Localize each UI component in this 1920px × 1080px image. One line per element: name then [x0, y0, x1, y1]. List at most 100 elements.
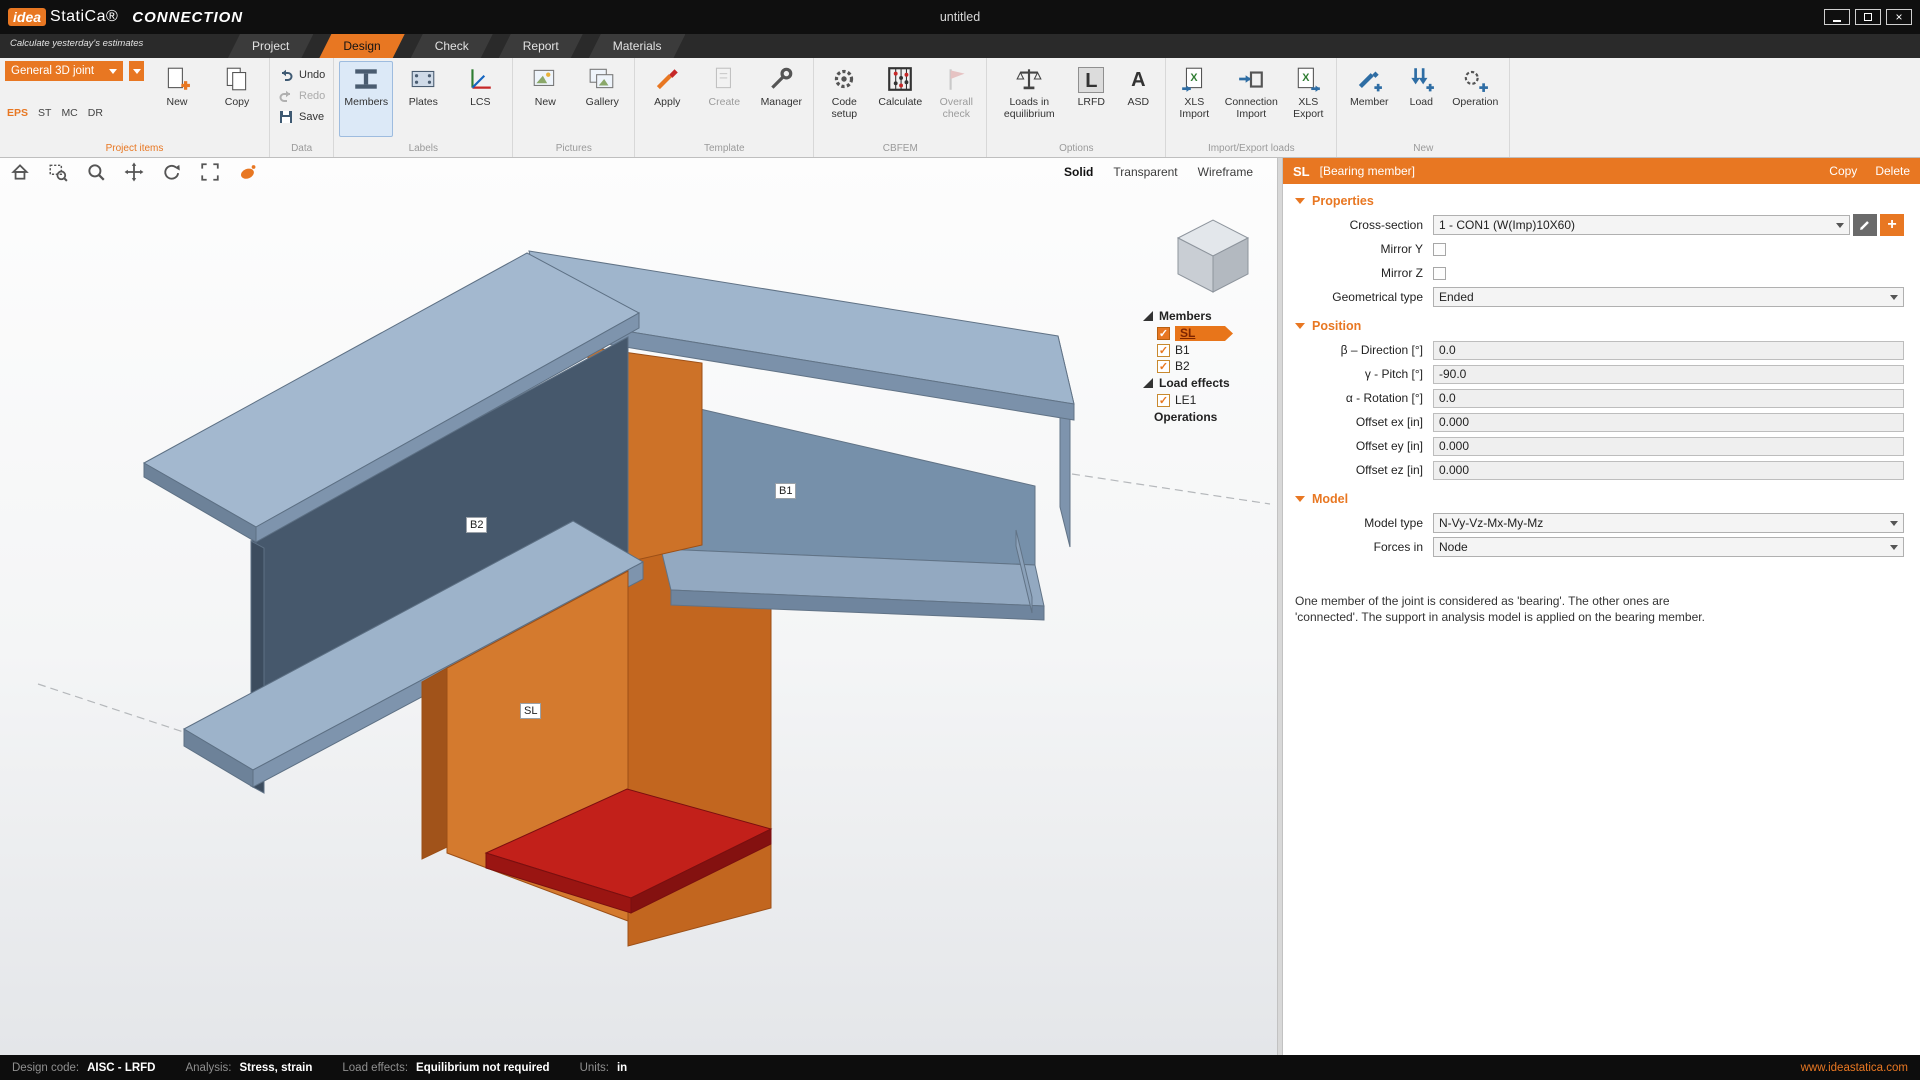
- panel-copy-button[interactable]: Copy: [1829, 164, 1857, 178]
- xls-export-button[interactable]: X XLS Export: [1285, 61, 1331, 137]
- wrench-icon: [767, 65, 795, 93]
- maximize-button[interactable]: [1855, 9, 1881, 25]
- navigation-cube[interactable]: [1178, 220, 1248, 292]
- section-model-header[interactable]: Model: [1283, 482, 1920, 511]
- viewport-toolbar: Solid Transparent Wireframe: [0, 158, 1277, 186]
- checkbox-checked-icon[interactable]: ✓: [1157, 394, 1170, 407]
- zoom-fit-icon[interactable]: [200, 162, 220, 182]
- new-project-item-button[interactable]: New: [150, 61, 204, 137]
- panel-delete-button[interactable]: Delete: [1875, 164, 1910, 178]
- 3d-canvas[interactable]: B1 B2 SL Members ✓ SL ✓ B1 ✓: [0, 186, 1277, 1055]
- beta-direction-field[interactable]: 0.0: [1433, 341, 1904, 360]
- alpha-rotation-field[interactable]: 0.0: [1433, 389, 1904, 408]
- template-manager-button[interactable]: Manager: [754, 61, 808, 137]
- geometrical-type-select[interactable]: Ended: [1433, 287, 1904, 307]
- member-label-sl[interactable]: SL: [520, 703, 541, 719]
- checkbox-checked-icon[interactable]: ✓: [1157, 344, 1170, 357]
- home-view-icon[interactable]: [10, 162, 30, 182]
- load-effects-label: Load effects:: [342, 1062, 408, 1074]
- 3d-scene[interactable]: [0, 186, 1277, 1055]
- xls-import-icon: X: [1180, 65, 1208, 93]
- template-apply-button[interactable]: Apply: [640, 61, 694, 137]
- mirror-y-checkbox[interactable]: [1433, 243, 1446, 256]
- calculate-button[interactable]: Calculate: [872, 61, 928, 137]
- tab-check[interactable]: Check: [411, 34, 493, 58]
- website-link[interactable]: www.ideastatica.com: [1801, 1062, 1908, 1074]
- tab-materials[interactable]: Materials: [589, 34, 686, 58]
- offset-ex-field[interactable]: 0.000: [1433, 413, 1904, 432]
- section-position-header[interactable]: Position: [1283, 309, 1920, 338]
- view-mode-transparent[interactable]: Transparent: [1113, 165, 1177, 179]
- minimize-button[interactable]: [1824, 9, 1850, 25]
- svg-text:X: X: [1191, 72, 1199, 84]
- pan-icon[interactable]: [124, 162, 144, 182]
- member-label-b2[interactable]: B2: [466, 517, 487, 533]
- connection-import-button[interactable]: Connection Import: [1220, 61, 1282, 137]
- selected-member-role: [Bearing member]: [1320, 164, 1415, 178]
- view-mode-solid[interactable]: Solid: [1064, 165, 1093, 179]
- overall-check-button[interactable]: Overall check: [931, 61, 981, 137]
- picture-new-button[interactable]: New: [518, 61, 572, 137]
- save-button[interactable]: Save: [275, 107, 327, 126]
- forces-in-select[interactable]: Node: [1433, 537, 1904, 557]
- picture-gallery-button[interactable]: Gallery: [575, 61, 629, 137]
- joint-type-more-button[interactable]: [129, 61, 144, 81]
- tree-members-header[interactable]: Members: [1143, 309, 1261, 323]
- cross-section-select[interactable]: 1 - CON1 (W(Imp)10X60): [1433, 215, 1850, 235]
- loads-in-equilibrium-button[interactable]: Loads in equilibrium: [992, 61, 1066, 137]
- offset-ey-field[interactable]: 0.000: [1433, 437, 1904, 456]
- rotate-view-icon[interactable]: [162, 162, 182, 182]
- close-button[interactable]: ×: [1886, 9, 1912, 25]
- mode-mc[interactable]: MC: [61, 107, 77, 119]
- tree-item-b2[interactable]: ✓ B2: [1157, 359, 1261, 373]
- joint-type-select[interactable]: General 3D joint: [5, 61, 123, 81]
- section-properties-header[interactable]: Properties: [1283, 184, 1920, 213]
- new-load-button[interactable]: Load: [1399, 61, 1443, 137]
- paint-style-icon[interactable]: [238, 162, 258, 182]
- zoom-icon[interactable]: [86, 162, 106, 182]
- tree-load-effects-header[interactable]: Load effects: [1143, 376, 1261, 390]
- gamma-pitch-field[interactable]: -90.0: [1433, 365, 1904, 384]
- tree-operations-header[interactable]: Operations: [1154, 410, 1261, 424]
- checkbox-checked-icon[interactable]: ✓: [1157, 327, 1170, 340]
- checkbox-checked-icon[interactable]: ✓: [1157, 360, 1170, 373]
- new-member-button[interactable]: Member: [1342, 61, 1396, 137]
- offset-ey-label: Offset ey [in]: [1283, 439, 1433, 453]
- labels-lcs-button[interactable]: LCS: [453, 61, 507, 137]
- undo-button[interactable]: Undo: [275, 65, 328, 84]
- model-tree: Members ✓ SL ✓ B1 ✓ B2 Load effects: [1143, 306, 1261, 427]
- template-create-button[interactable]: Create: [697, 61, 751, 137]
- zoom-window-icon[interactable]: [48, 162, 68, 182]
- mirror-z-label: Mirror Z: [1283, 266, 1433, 280]
- main-tabs: Project Design Check Report Materials: [228, 34, 691, 58]
- mode-dr[interactable]: DR: [88, 107, 103, 119]
- model-type-select[interactable]: N-Vy-Vz-Mx-My-Mz: [1433, 513, 1904, 533]
- tab-design[interactable]: Design: [319, 34, 404, 58]
- lrfd-button[interactable]: L LRFD: [1069, 61, 1113, 137]
- add-cross-section-button[interactable]: +: [1880, 214, 1904, 236]
- tab-project[interactable]: Project: [228, 34, 313, 58]
- new-operation-button[interactable]: Operation: [1446, 61, 1504, 137]
- xls-import-button[interactable]: X XLS Import: [1171, 61, 1217, 137]
- mode-st[interactable]: ST: [38, 107, 51, 119]
- offset-ez-field[interactable]: 0.000: [1433, 461, 1904, 480]
- copy-project-item-button[interactable]: Copy: [210, 61, 264, 137]
- labels-members-button[interactable]: Members: [339, 61, 393, 137]
- lrfd-letter-icon: L: [1078, 67, 1104, 93]
- alpha-rotation-label: α - Rotation [°]: [1283, 391, 1433, 405]
- edit-cross-section-button[interactable]: [1853, 214, 1877, 236]
- tree-item-b1[interactable]: ✓ B1: [1157, 343, 1261, 357]
- tree-item-sl[interactable]: ✓ SL: [1157, 326, 1261, 341]
- chevron-down-icon: [1890, 521, 1898, 526]
- labels-plates-button[interactable]: Plates: [396, 61, 450, 137]
- tab-report[interactable]: Report: [499, 34, 583, 58]
- code-setup-button[interactable]: Code setup: [819, 61, 869, 137]
- member-label-b1[interactable]: B1: [775, 483, 796, 499]
- ribbon-group-data: Undo Redo Save Data: [270, 58, 334, 157]
- mode-eps[interactable]: EPS: [7, 107, 28, 119]
- view-mode-wireframe[interactable]: Wireframe: [1198, 165, 1253, 179]
- redo-button[interactable]: Redo: [275, 86, 328, 105]
- mirror-z-checkbox[interactable]: [1433, 267, 1446, 280]
- asd-button[interactable]: A ASD: [1116, 61, 1160, 137]
- tree-item-le1[interactable]: ✓ LE1: [1157, 393, 1261, 407]
